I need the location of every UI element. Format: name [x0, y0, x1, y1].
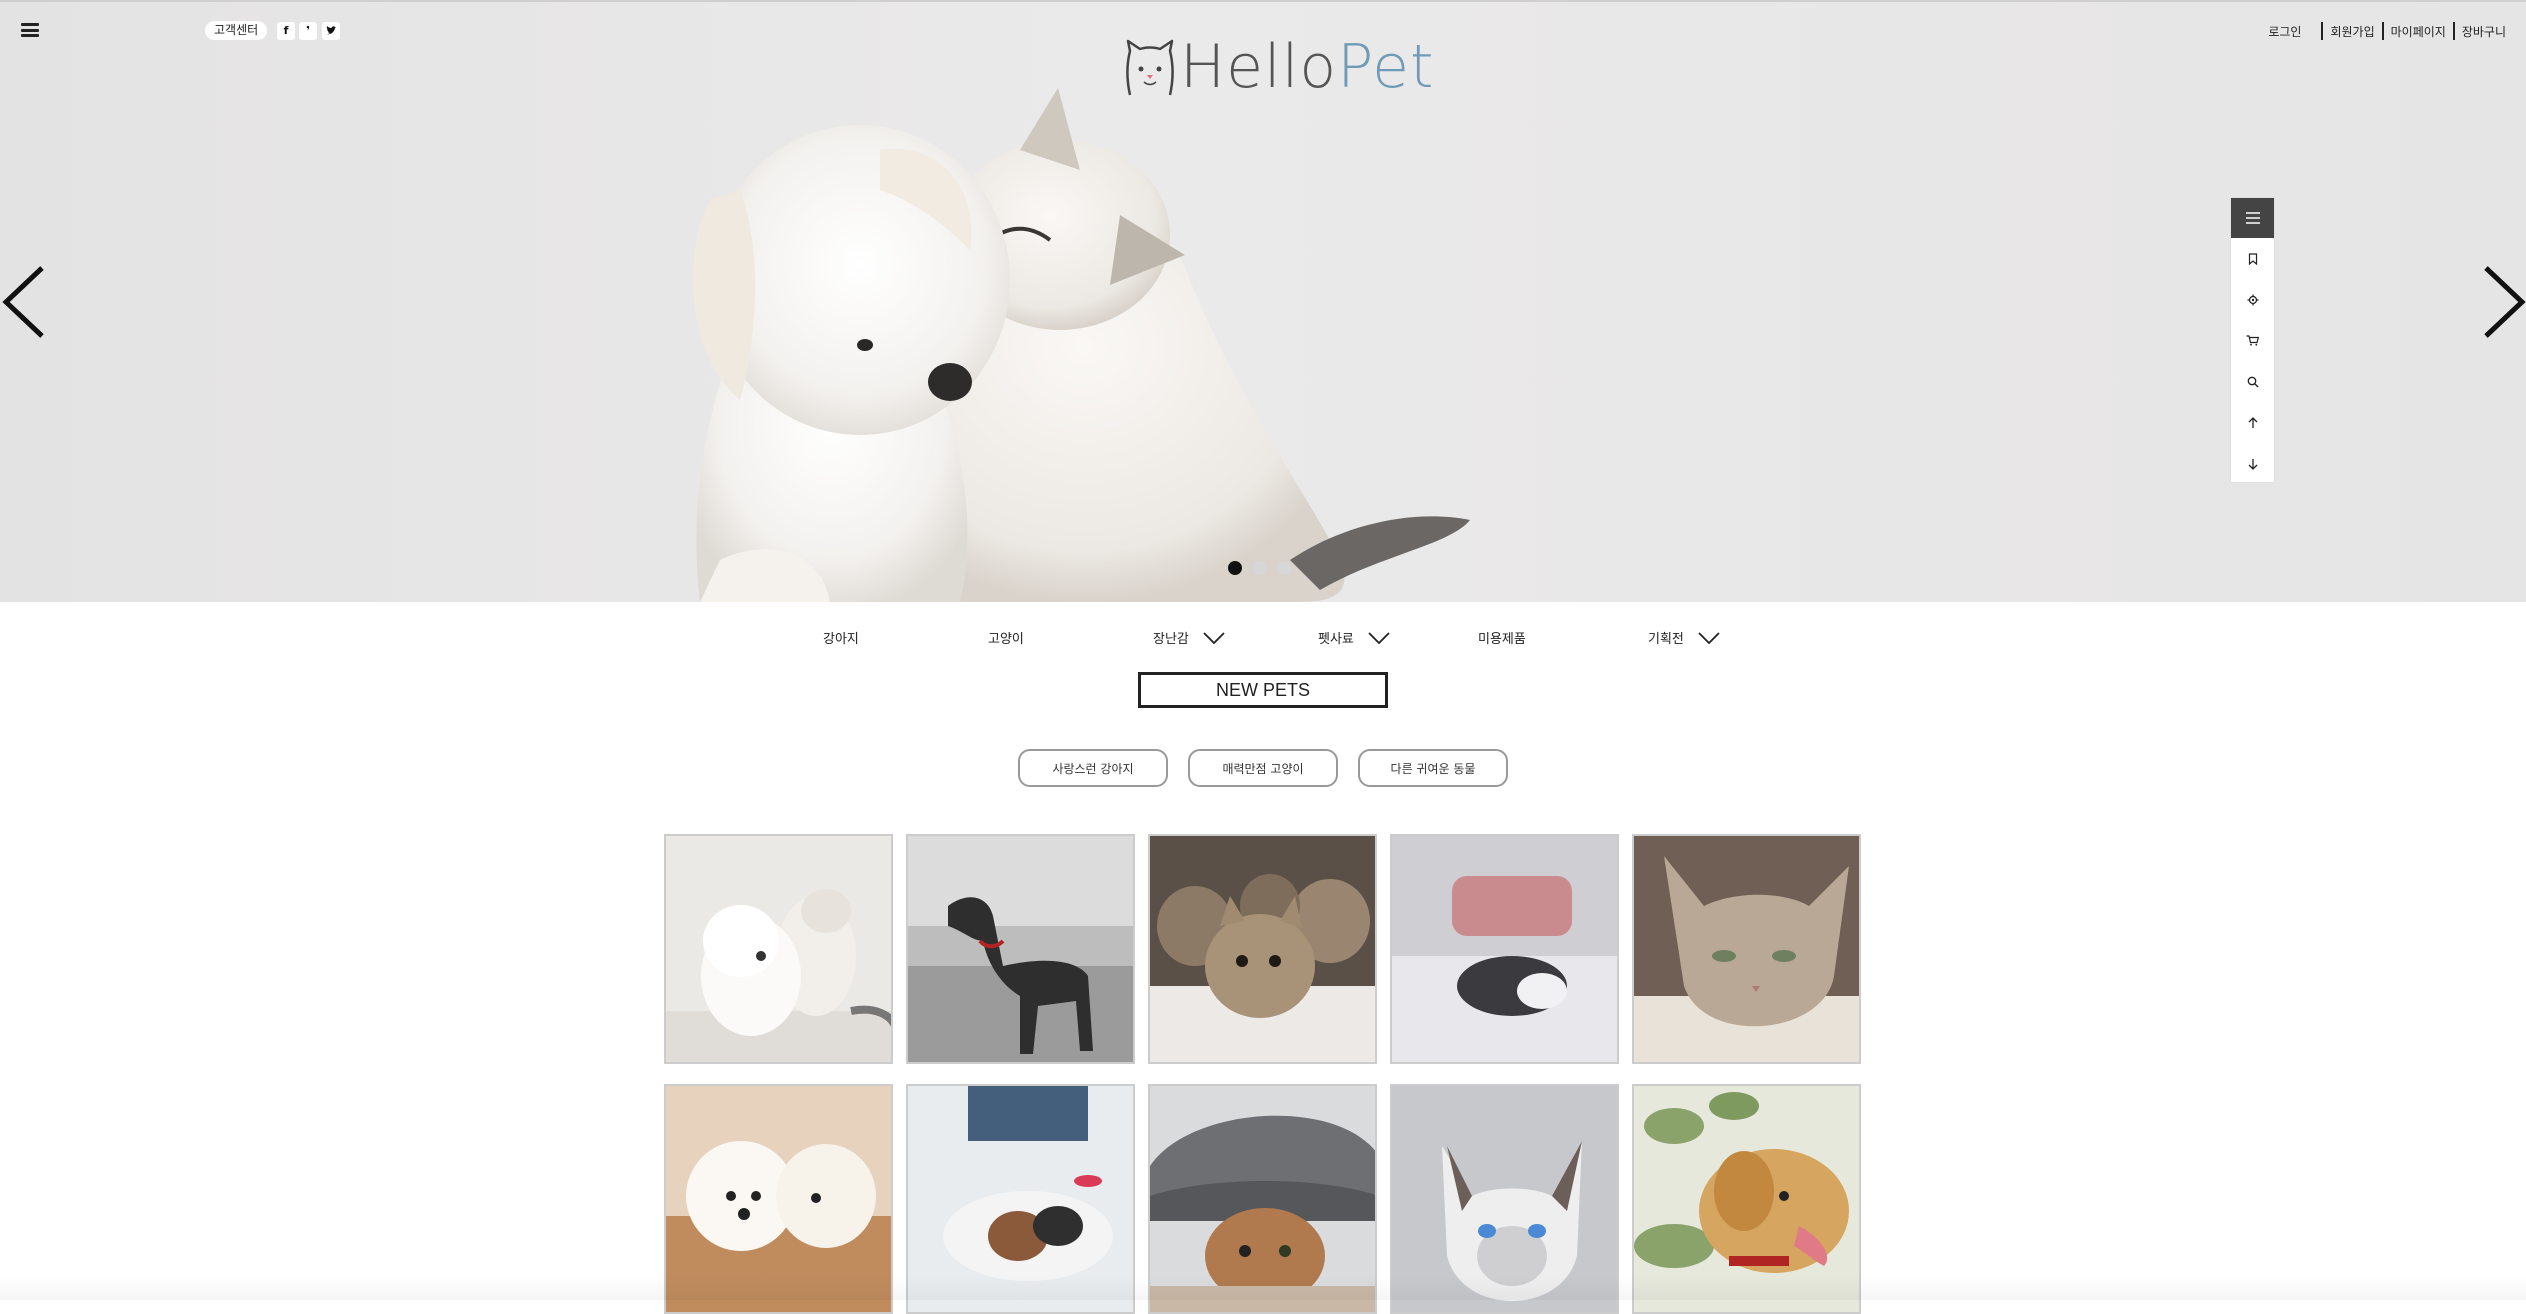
- divider: [2452, 22, 2455, 40]
- pet-photo: [908, 1086, 1133, 1312]
- pet-photo: [1150, 836, 1375, 1062]
- pet-photo: [908, 836, 1133, 1062]
- login-link[interactable]: 로그인: [2268, 23, 2301, 40]
- category-nav: 강아지 고양이 장난감 펫사료 미용제품 기획전: [0, 628, 2526, 650]
- hamburger-menu-icon[interactable]: [21, 23, 39, 37]
- arrow-up-icon: [2248, 416, 2257, 428]
- signup-link[interactable]: 회원가입: [2330, 23, 2374, 40]
- slider-dot[interactable]: [1228, 561, 1242, 575]
- pet-photo: [666, 836, 891, 1062]
- slider-dots: [1228, 561, 1303, 575]
- filter-other-button[interactable]: 다른 귀여운 동물: [1358, 749, 1508, 787]
- chevron-left-icon[interactable]: [0, 262, 50, 342]
- menu-icon: [2245, 212, 2260, 224]
- nav-item-grooming[interactable]: 미용제품: [1478, 628, 1526, 647]
- slider-dot[interactable]: [1278, 561, 1292, 575]
- chevron-right-icon[interactable]: [2478, 262, 2526, 342]
- facebook-icon[interactable]: f: [277, 22, 295, 40]
- nav-item-promotions[interactable]: 기획전: [1648, 628, 1720, 647]
- twitter-icon[interactable]: [322, 22, 340, 40]
- chevron-down-icon: [1203, 631, 1225, 644]
- section-title: NEW PETS: [1138, 672, 1388, 708]
- slider-dot[interactable]: [1253, 561, 1267, 575]
- mypage-link[interactable]: 마이페이지: [2391, 23, 2446, 40]
- cart-link[interactable]: 장바구니: [2462, 23, 2506, 40]
- nav-item-label: 미용제품: [1478, 632, 1526, 647]
- quick-menu-toggle[interactable]: [2231, 198, 2274, 238]
- customer-center-link[interactable]: 고객센터: [205, 21, 268, 40]
- bookmark-button[interactable]: [2231, 238, 2274, 279]
- gear-icon: [2247, 294, 2258, 305]
- nav-item-label: 장난감: [1153, 632, 1189, 647]
- pet-card-puppy-kitten[interactable]: [664, 834, 893, 1064]
- pet-card-cat-under-hat[interactable]: [1148, 1084, 1377, 1314]
- pet-card-tabby-cat[interactable]: [1632, 834, 1861, 1064]
- filter-buttons: 사랑스런 강아지 매력만점 고양이 다른 귀여운 동물: [1018, 749, 1528, 787]
- divider: [2381, 22, 2384, 40]
- nav-item-label: 펫사료: [1318, 632, 1354, 647]
- nav-item-cat[interactable]: 고양이: [988, 628, 1024, 647]
- search-button[interactable]: [2231, 361, 2274, 402]
- quick-menu: [2231, 198, 2274, 482]
- scroll-bottom-button[interactable]: [2231, 443, 2274, 484]
- search-icon: [2247, 376, 2258, 387]
- filter-cats-button[interactable]: 매력만점 고양이: [1188, 749, 1338, 787]
- chevron-down-icon: [1368, 631, 1390, 644]
- logo-text: HelloPet: [1180, 36, 1435, 98]
- nav-item-dog[interactable]: 강아지: [823, 628, 859, 647]
- chevron-down-icon: [1698, 631, 1720, 644]
- pet-photo: [1392, 836, 1617, 1062]
- logo-text-hello: Hello: [1180, 32, 1338, 102]
- arrow-down-icon: [2248, 458, 2257, 470]
- pet-card-black-dog-beach[interactable]: [906, 834, 1135, 1064]
- pet-card-kittens[interactable]: [1148, 834, 1377, 1064]
- settings-button[interactable]: [2231, 279, 2274, 320]
- cart-button[interactable]: [2231, 320, 2274, 361]
- pet-photo: [1634, 836, 1859, 1062]
- pet-photo: [1634, 1086, 1859, 1312]
- scroll-top-button[interactable]: [2231, 402, 2274, 443]
- nav-item-toys[interactable]: 장난감: [1153, 628, 1225, 647]
- logo-text-pet: Pet: [1337, 32, 1435, 102]
- bookmark-icon: [2248, 252, 2257, 265]
- pet-card-siamese-cat[interactable]: [1390, 1084, 1619, 1314]
- divider: [2321, 22, 2324, 40]
- cart-icon: [2246, 335, 2259, 346]
- kakaostory-icon[interactable]: ❜: [299, 22, 317, 40]
- pet-card-playing-cat[interactable]: [906, 1084, 1135, 1314]
- nav-item-label: 기획전: [1648, 632, 1684, 647]
- pet-photo: [1150, 1086, 1375, 1312]
- top-links: 로그인 회원가입 마이페이지 장바구니: [2268, 22, 2506, 40]
- logo[interactable]: HelloPet: [1124, 36, 1435, 98]
- nav-item-food[interactable]: 펫사료: [1318, 628, 1390, 647]
- pet-photo: [1392, 1086, 1617, 1312]
- pet-photo: [666, 1086, 891, 1312]
- pet-card-sleeping-cat[interactable]: [1390, 834, 1619, 1064]
- nav-item-label: 고양이: [988, 632, 1024, 647]
- pet-card-two-puppies[interactable]: [664, 1084, 893, 1314]
- nav-item-label: 강아지: [823, 632, 859, 647]
- filter-dogs-button[interactable]: 사랑스런 강아지: [1018, 749, 1168, 787]
- pet-card-golden-puppy[interactable]: [1632, 1084, 1861, 1314]
- cat-logo-icon: [1126, 39, 1174, 96]
- hero-slider: 고객센터 f ❜ HelloPet 로그인 회원가입 마이페이지 장바구니: [0, 0, 2526, 602]
